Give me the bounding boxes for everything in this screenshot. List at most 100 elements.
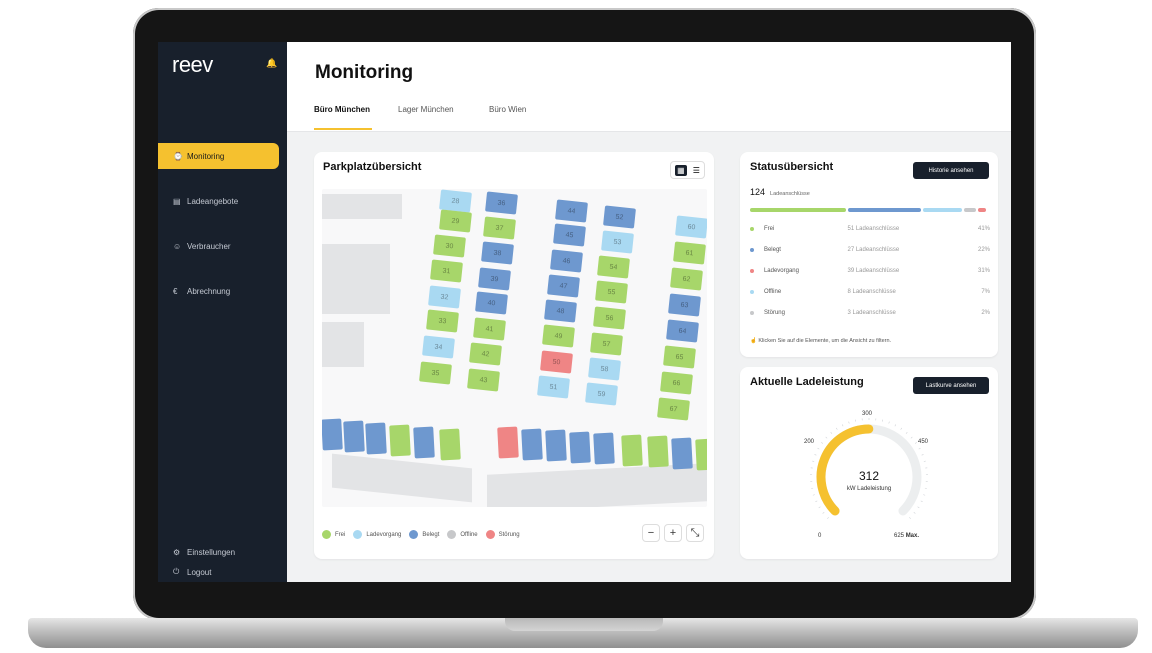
parking-slot[interactable] xyxy=(343,420,365,453)
parking-slot[interactable]: 40 xyxy=(475,291,508,315)
parking-slot[interactable]: 32 xyxy=(428,285,461,309)
tab-buero-wien[interactable]: Büro Wien xyxy=(489,105,526,114)
parking-slot[interactable]: 49 xyxy=(542,324,575,348)
status-bar-segment[interactable] xyxy=(963,208,976,212)
parking-slot[interactable] xyxy=(497,426,519,459)
list-view-icon[interactable]: ☰ xyxy=(693,166,700,175)
sidebar-item-ladeangebote[interactable]: ▤ Ladeangebote xyxy=(158,188,279,214)
parking-slot[interactable]: 41 xyxy=(473,317,506,341)
parking-slot[interactable]: 37 xyxy=(483,216,516,240)
parking-slot[interactable]: 45 xyxy=(553,223,586,247)
sidebar-item-verbraucher[interactable]: ☺ Verbraucher xyxy=(158,233,279,259)
parking-slot[interactable] xyxy=(569,430,591,464)
parking-slot[interactable]: 36 xyxy=(485,191,518,215)
legend-item-ladevorgang[interactable]: Ladevorgang xyxy=(353,530,401,539)
parking-slot[interactable]: 38 xyxy=(481,241,514,265)
status-bar-segment[interactable] xyxy=(750,208,847,212)
legend-item-frei[interactable]: Frei xyxy=(322,530,345,539)
parking-slot[interactable]: 39 xyxy=(478,267,511,291)
parking-slot[interactable] xyxy=(439,428,461,461)
status-bar-segment[interactable] xyxy=(848,208,921,212)
status-row[interactable]: Ladevorgang 39 Ladeanschlüsse 31% xyxy=(750,268,990,274)
logo[interactable]: reev xyxy=(172,52,213,78)
legend-item-belegt[interactable]: Belegt xyxy=(409,530,439,539)
status-bar-segment[interactable] xyxy=(978,208,986,212)
parking-slot[interactable]: 65 xyxy=(663,345,696,369)
parking-slot[interactable]: 29 xyxy=(439,209,472,233)
fit-view-button[interactable]: ⤡ xyxy=(686,524,704,542)
page-title: Monitoring xyxy=(315,62,414,83)
parking-slot[interactable] xyxy=(695,438,707,471)
parking-slot[interactable]: 30 xyxy=(433,234,466,258)
document-icon: ▤ xyxy=(173,196,181,206)
parking-slot[interactable]: 35 xyxy=(419,361,452,385)
parking-slot[interactable] xyxy=(545,429,567,462)
sidebar-item-monitoring[interactable]: ⌚ Monitoring xyxy=(158,143,279,169)
parking-slot[interactable]: 42 xyxy=(469,342,502,366)
status-name: Frei xyxy=(763,226,775,232)
parking-slot[interactable]: 62 xyxy=(670,267,703,291)
parking-slot[interactable]: 56 xyxy=(593,306,626,330)
status-dot xyxy=(750,269,754,273)
screen: reev 🔔 ⌚ Monitoring ▤ Ladeangebote ☺ Ver… xyxy=(158,42,1011,582)
parking-slot[interactable]: 44 xyxy=(555,199,588,223)
map-view-icon[interactable]: ▦ xyxy=(675,164,687,176)
parking-slot[interactable]: 63 xyxy=(668,293,701,317)
status-dot xyxy=(750,311,754,315)
parking-slot[interactable]: 46 xyxy=(550,249,583,273)
status-bar-segment[interactable] xyxy=(922,208,962,212)
parking-slot[interactable] xyxy=(322,418,343,451)
parking-slot[interactable]: 59 xyxy=(585,382,618,406)
sidebar-item-settings[interactable]: ⚙ Einstellungen xyxy=(173,542,235,562)
parking-slot[interactable]: 34 xyxy=(422,335,455,359)
parking-slot[interactable]: 47 xyxy=(547,274,580,298)
legend-item-offline[interactable]: Offline xyxy=(447,530,478,539)
zoom-in-button[interactable]: + xyxy=(664,524,682,542)
parking-slot[interactable]: 55 xyxy=(595,280,628,304)
power-value: 312 xyxy=(858,469,880,483)
parking-slot[interactable]: 43 xyxy=(467,368,500,392)
parking-slot[interactable]: 54 xyxy=(597,255,630,279)
parking-slot[interactable] xyxy=(389,424,411,457)
parking-slot[interactable] xyxy=(671,436,693,470)
parking-slot[interactable]: 52 xyxy=(603,205,636,229)
parking-lot-map[interactable]: 28 36 29 37 30 38 31 39 32 40 33 41 34 42 35 43 44 52 45 53… xyxy=(322,189,707,507)
parking-slot[interactable] xyxy=(621,433,643,467)
parking-slot[interactable] xyxy=(413,426,435,459)
parking-slot[interactable]: 33 xyxy=(426,309,459,333)
status-row[interactable]: Belegt 27 Ladeanschlüsse 22% xyxy=(750,247,990,253)
parking-slot[interactable]: 67 xyxy=(657,397,690,421)
status-count: 39 Ladeanschlüsse xyxy=(847,268,900,274)
parking-slot[interactable]: 31 xyxy=(430,259,463,283)
parking-slot[interactable]: 61 xyxy=(673,241,706,265)
parking-slot[interactable]: 60 xyxy=(675,215,707,239)
parking-slot[interactable] xyxy=(593,432,615,465)
parking-slot[interactable]: 50 xyxy=(540,350,573,374)
status-row[interactable]: Offline 8 Ladeanschlüsse 7% xyxy=(750,289,990,295)
tab-lager-muenchen[interactable]: Lager München xyxy=(398,105,454,114)
tab-buero-muenchen[interactable]: Büro München xyxy=(314,105,370,114)
legend-item-stoerung[interactable]: Störung xyxy=(485,530,520,539)
parking-slot[interactable]: 48 xyxy=(544,299,577,323)
zoom-out-button[interactable]: − xyxy=(642,524,660,542)
sidebar-item-logout[interactable]: ⏻ Logout xyxy=(173,562,235,582)
page-header: Monitoring Büro München Lager München Bü… xyxy=(287,42,1011,132)
parking-slot[interactable]: 64 xyxy=(666,319,699,343)
parking-slot[interactable]: 51 xyxy=(537,375,570,399)
parking-slot[interactable] xyxy=(365,422,387,455)
sidebar-nav: ⌚ Monitoring ▤ Ladeangebote ☺ Verbrauche… xyxy=(158,143,287,323)
sidebar-item-abrechnung[interactable]: € Abrechnung xyxy=(158,278,279,304)
gauge-tick-mark xyxy=(821,442,824,444)
parking-slot[interactable] xyxy=(521,427,543,461)
parking-slot[interactable] xyxy=(647,435,669,468)
status-row[interactable]: Frei 51 Ladeanschlüsse 41% xyxy=(750,226,990,232)
history-button[interactable]: Historie ansehen xyxy=(913,162,989,179)
status-row[interactable]: Störung 3 Ladeanschlüsse 2% xyxy=(750,310,990,316)
legend-label: Störung xyxy=(498,531,520,538)
bell-icon[interactable]: 🔔 xyxy=(266,58,277,69)
parking-slot[interactable]: 58 xyxy=(588,357,621,381)
parking-slot[interactable]: 53 xyxy=(601,230,634,254)
parking-slot[interactable]: 57 xyxy=(590,332,623,356)
parking-slot[interactable]: 66 xyxy=(660,371,693,395)
view-toggle[interactable]: ▦ ☰ xyxy=(670,161,705,179)
